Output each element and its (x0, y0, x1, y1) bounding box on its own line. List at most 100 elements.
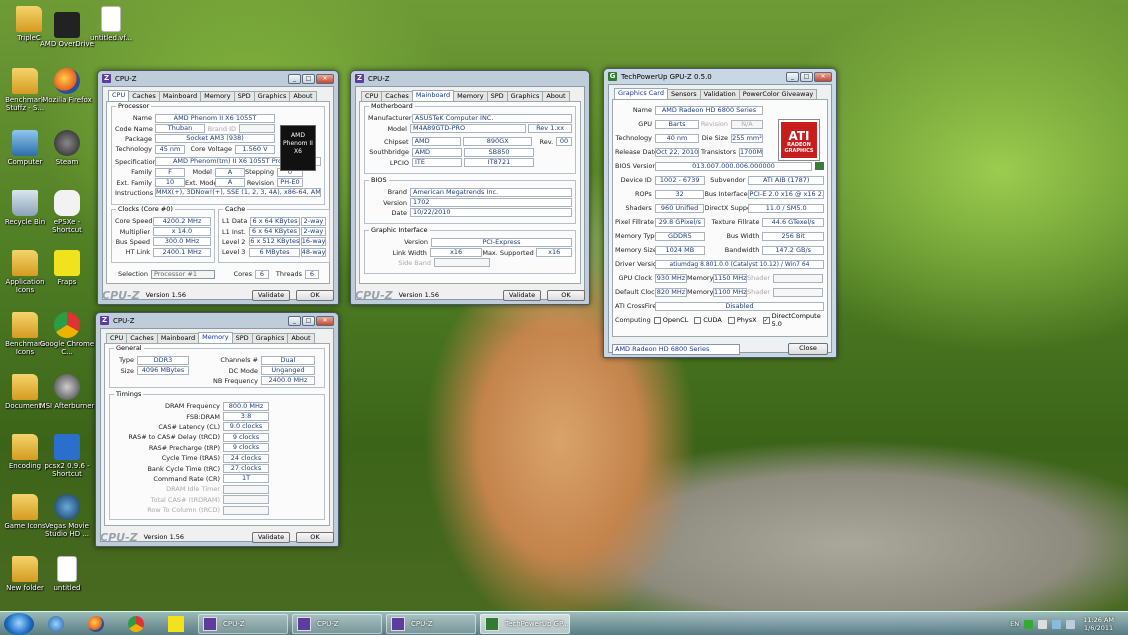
tab-graphics-card[interactable]: Graphics Card (614, 88, 668, 99)
tab-about[interactable]: About (542, 91, 570, 101)
tab-spd[interactable]: SPD (486, 91, 508, 101)
minimize-button[interactable]: _ (786, 71, 799, 82)
window-footer: CPU-Z Version 1.56 Validate OK (355, 288, 585, 302)
ok-button[interactable]: OK (296, 289, 334, 301)
cuda-checkbox[interactable]: CUDA (694, 316, 722, 324)
desktop-icon-msi-afterburner[interactable]: MSI Afterburner (38, 374, 96, 410)
taskbar-task-cpuz-2[interactable]: CPU-Z (292, 613, 382, 634)
desktop-icon-pcsx2[interactable]: pcsx2 0.9.6 - Shortcut (38, 434, 96, 478)
cpuz-brand-logo: CPU-Z (355, 288, 393, 302)
taskbar-pin-firefox[interactable] (78, 614, 114, 634)
tab-graphics[interactable]: Graphics (253, 91, 291, 101)
tab-spd[interactable]: SPD (233, 91, 255, 101)
physx-checkbox[interactable]: PhysX (727, 316, 757, 324)
tab-sensors[interactable]: Sensors (666, 89, 701, 99)
validate-button[interactable]: Validate (503, 289, 541, 301)
titlebar[interactable]: Z CPU-Z (355, 71, 585, 86)
maximize-button[interactable]: □ (302, 73, 315, 84)
processor-group: Processor AMD Phenom II X6 Name AMD Pheno… (111, 102, 325, 205)
timing-value (223, 484, 269, 494)
taskbar-task-cpuz-3[interactable]: CPU-Z (386, 613, 476, 634)
tab-memory[interactable]: Memory (453, 91, 488, 101)
tab-caches[interactable]: Caches (126, 333, 158, 343)
desktop-icon-untitled-vf[interactable]: untitled.vf... (82, 6, 140, 42)
validate-button[interactable]: Validate (252, 289, 290, 301)
media-player-icon (48, 615, 64, 632)
tab-cpu[interactable]: CPU (106, 333, 128, 343)
cpu-voltage: 1.560 V (235, 144, 275, 154)
tab-mainboard[interactable]: Mainboard (411, 90, 455, 101)
maximize-button[interactable]: □ (302, 315, 315, 326)
desktop-icon-firefox[interactable]: Mozilla Firefox (38, 68, 96, 104)
close-button[interactable]: ✕ (316, 73, 334, 84)
start-button[interactable] (4, 612, 34, 635)
taskbar-task-gpuz[interactable]: TechPowerUp GP... (480, 613, 570, 634)
folder-icon (12, 68, 38, 94)
tray-app-icon[interactable] (1038, 619, 1048, 629)
close-button[interactable]: ✕ (814, 71, 832, 82)
desktop-icon-fraps[interactable]: Fraps (38, 250, 96, 286)
opencl-checkbox[interactable]: OpenCL (653, 316, 688, 324)
bios-version: 1702 (410, 198, 572, 208)
directcompute-checkbox[interactable]: ✓ DirectCompute 5.0 (762, 312, 821, 328)
desktop-icon-untitled[interactable]: untitled (38, 556, 96, 592)
pcsx2-icon (54, 434, 80, 460)
video-file-icon (57, 556, 77, 582)
maximize-button[interactable]: □ (800, 71, 813, 82)
steam-icon (54, 130, 80, 156)
titlebar[interactable]: G TechPowerUp GPU-Z 0.5.0 _ □ ✕ (608, 69, 832, 84)
tab-memory[interactable]: Memory (200, 91, 235, 101)
gpuz-window: G TechPowerUp GPU-Z 0.5.0 _ □ ✕ Graphics C… (603, 68, 837, 358)
tab-spd[interactable]: SPD (231, 333, 253, 343)
tab-validation[interactable]: Validation (699, 89, 740, 99)
clock[interactable]: 11:26 AM 1/6/2011 (1083, 616, 1114, 632)
gpu-monitor-icon[interactable] (1024, 619, 1034, 629)
close-button[interactable]: Close (788, 343, 828, 355)
timing-value (223, 495, 269, 505)
nb-frequency: 2400.0 MHz (261, 376, 315, 386)
tab-about[interactable]: About (287, 333, 315, 343)
desktop-icon-epsxe[interactable]: ePSXe - Shortcut (38, 190, 96, 234)
taskbar-pin-chrome[interactable] (118, 614, 154, 634)
language-indicator[interactable]: EN (1010, 620, 1019, 628)
bios-save-icon[interactable] (815, 162, 824, 170)
taskbar-pin-fraps[interactable] (158, 614, 194, 634)
minimize-button[interactable]: _ (288, 73, 301, 84)
tab-about[interactable]: About (289, 91, 317, 101)
timings-group: Timings DRAM Frequency 800.0 MHz FSB:DRAM… (109, 390, 325, 520)
tab-cpu[interactable]: CPU (108, 90, 130, 101)
network-icon[interactable] (1052, 619, 1062, 629)
tab-mainboard[interactable]: Mainboard (156, 333, 200, 343)
ok-button[interactable]: OK (296, 531, 334, 543)
taskbar-pin-media[interactable] (38, 614, 74, 634)
gpu-clock: 930 MHz (655, 273, 687, 283)
ok-button[interactable]: OK (547, 289, 585, 301)
timing-value (223, 505, 269, 515)
titlebar[interactable]: Z CPU-Z _ □ ✕ (102, 71, 334, 86)
system-tray: EN 11:26 AM 1/6/2011 (1010, 612, 1124, 635)
tab-caches[interactable]: Caches (128, 91, 160, 101)
tab-cpu[interactable]: CPU (361, 91, 383, 101)
window-footer: CPU-Z Version 1.56 Validate OK (100, 530, 334, 544)
titlebar[interactable]: Z CPU-Z _ □ ✕ (100, 313, 334, 328)
desktop-icon-chrome[interactable]: Google Chrome C... (38, 312, 96, 356)
tab-caches[interactable]: Caches (381, 91, 413, 101)
minimize-button[interactable]: _ (288, 315, 301, 326)
tab-graphics[interactable]: Graphics (506, 91, 544, 101)
tab-bar: CPU Caches Mainboard Memory SPD Graphics… (106, 90, 330, 101)
dc-mode: Unganged (261, 366, 315, 376)
desktop-icon-vegas[interactable]: Vegas Movie Studio HD ... (38, 494, 96, 538)
tab-mainboard[interactable]: Mainboard (158, 91, 202, 101)
tab-memory[interactable]: Memory (198, 332, 233, 343)
taskbar-task-cpuz-1[interactable]: CPU-Z (198, 613, 288, 634)
gpu-select-dropdown[interactable]: AMD Radeon HD 6800 Series (612, 343, 740, 355)
volume-icon[interactable] (1066, 619, 1076, 629)
tab-powercolor-giveaway[interactable]: PowerColor Giveaway (738, 89, 818, 99)
validate-button[interactable]: Validate (252, 531, 290, 543)
close-button[interactable]: ✕ (316, 315, 334, 326)
processor-select[interactable]: Processor #1 (151, 269, 215, 279)
tab-graphics[interactable]: Graphics (251, 333, 289, 343)
desktop-icon-steam[interactable]: Steam (38, 130, 96, 166)
timing-value: 800.0 MHz (223, 401, 269, 411)
window-title: TechPowerUp GPU-Z 0.5.0 (621, 72, 712, 81)
